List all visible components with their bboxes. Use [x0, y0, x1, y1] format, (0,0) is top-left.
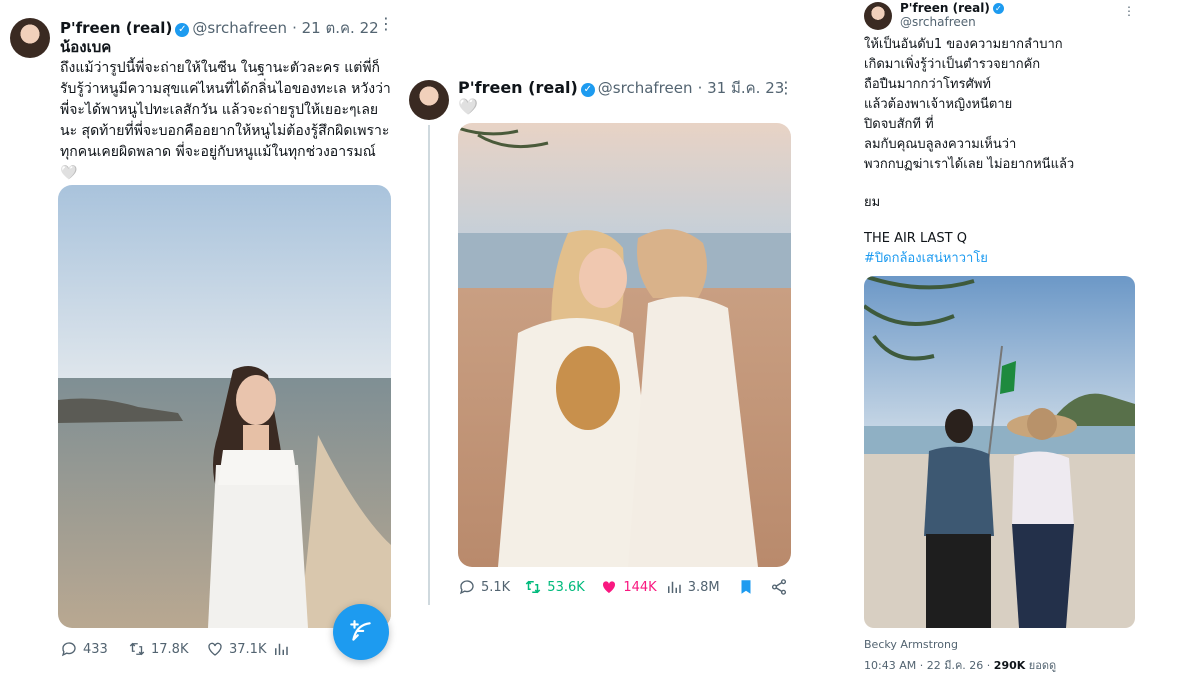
tweet-line: ถือปืนมากกว่าโทรศัพท์ [864, 77, 991, 92]
tweet-line: ลมกับคุณบลูลงความเห็นว่า [864, 137, 1017, 152]
tweet-meta: 10:43 AM · 22 มี.ค. 26 · 290K ยอดดู [864, 656, 1056, 674]
views-count: 290K [993, 659, 1026, 672]
tweet-line: พวกกบฏฆ่าเราได้เลย ไม่อยากหนีแล้ว [864, 157, 1075, 172]
tweet-photo[interactable] [864, 276, 1135, 628]
sunset-beach-photo-image [458, 123, 791, 567]
verified-badge-icon: ✓ [580, 83, 595, 97]
tweet-line: ให้เป็นอันดับ1 ของความยากลำบาก [864, 37, 1063, 52]
feather-compose-icon [350, 620, 371, 641]
bookmark-filled-icon [741, 580, 751, 594]
like-count: 37.1K [229, 641, 267, 657]
tweet-show-title: THE AIR LAST Q [864, 231, 967, 246]
tweet-date[interactable]: · 21 ต.ค. 22 [292, 19, 379, 37]
views-label: ยอดดู [1028, 659, 1057, 672]
tweet-panel-2: P'freen (real) ✓ @srchafreen · 31 มี.ค. 23… [404, 0, 804, 675]
like-button[interactable]: 144K [600, 578, 664, 596]
tweet-panel-1: P'freen (real) ✓ @srchafreen · 21 ต.ค. 22 … [0, 0, 400, 675]
tweet-line: เกิดมาเพิ่งรู้ว่าเป็นตำรวจยากคัก [864, 57, 1041, 72]
tweet-body: 🤍 [458, 97, 478, 116]
bookmark-button[interactable] [737, 578, 770, 596]
beach-flag-photo-image [864, 276, 1135, 628]
verified-badge-icon: ✓ [175, 23, 190, 37]
heart-filled-icon [603, 581, 616, 593]
tweet-header: P'freen (real) ✓ @srchafreen · 31 มี.ค. 23 [458, 76, 784, 100]
hashtag-link[interactable]: #ปิดกล้องเสน่หาวาโย [864, 249, 1074, 269]
share-icon [771, 579, 787, 595]
analytics-icon [667, 581, 681, 593]
reply-icon [61, 642, 76, 657]
analytics-icon [275, 643, 288, 655]
beach-photo-image [58, 185, 391, 628]
views-button[interactable]: 3.8M [665, 578, 737, 596]
tweet-header: P'freen (real) ✓ @srchafreen [900, 1, 1007, 29]
retweet-icon [129, 642, 145, 656]
tweet-panel-3: P'freen (real) ✓ @srchafreen ⋮ ให้เป็นอัน… [846, 0, 1156, 675]
tweet-photo[interactable] [458, 123, 791, 567]
user-handle[interactable]: @srchafreen [900, 15, 1007, 29]
reply-button[interactable]: 433 [60, 640, 128, 658]
user-handle[interactable]: @srchafreen [598, 79, 693, 97]
tweet-body: ถึงแม้ว่ารูปนี้พี่จะถ่ายให้ในซีน ในฐานะต… [60, 60, 391, 181]
tweet-line: ปิดจบสักที ที่ [864, 117, 934, 132]
retweet-count: 17.8K [151, 641, 189, 657]
share-button[interactable] [770, 578, 788, 596]
avatar[interactable] [864, 2, 892, 30]
reply-icon [459, 580, 474, 595]
heart-icon [208, 642, 222, 656]
avatar[interactable] [10, 18, 50, 58]
verified-badge-icon: ✓ [992, 3, 1004, 14]
retweet-icon [526, 580, 541, 594]
display-name[interactable]: P'freen (real) [458, 78, 578, 97]
display-name[interactable]: P'freen (real) [900, 1, 990, 15]
like-button[interactable]: 37.1K [206, 640, 272, 658]
retweet-count: 53.6K [547, 579, 585, 595]
more-options-icon[interactable]: ⋮ [778, 78, 795, 97]
tweet-signature: ยม [864, 195, 881, 210]
compose-tweet-button[interactable] [333, 604, 389, 660]
views-count: 3.8M [687, 579, 720, 595]
retweet-button[interactable]: 53.6K [524, 578, 600, 596]
tweet-timestamp[interactable]: 10:43 AM · 22 มี.ค. 26 · [864, 659, 990, 672]
more-options-icon[interactable]: ⋮ [378, 14, 395, 33]
photo-tag[interactable]: Becky Armstrong [864, 638, 958, 651]
like-count: 144K [623, 579, 657, 595]
reply-button[interactable]: 5.1K [458, 578, 524, 596]
tweet-date[interactable]: · 31 มี.ค. 23 [698, 79, 785, 97]
more-options-icon[interactable]: ⋮ [1123, 4, 1136, 18]
tweet-body: ให้เป็นอันดับ1 ของความยากลำบาก เกิดมาเพิ… [864, 35, 1074, 269]
tweet-actions: 5.1K 53.6K 144K 3.8M [458, 578, 788, 596]
tweet-line: แล้วต้องพาเจ้าหญิงหนีตาย [864, 97, 1013, 112]
tweet-heading: น้องเบค [60, 38, 112, 56]
reply-count: 433 [83, 641, 108, 657]
retweet-button[interactable]: 17.8K [128, 640, 206, 658]
user-handle[interactable]: @srchafreen [192, 19, 287, 37]
reply-count: 5.1K [481, 579, 511, 595]
avatar[interactable] [409, 80, 449, 120]
display-name[interactable]: P'freen (real) [60, 19, 172, 37]
views-button[interactable] [272, 640, 295, 658]
tweet-photo[interactable] [58, 185, 391, 628]
